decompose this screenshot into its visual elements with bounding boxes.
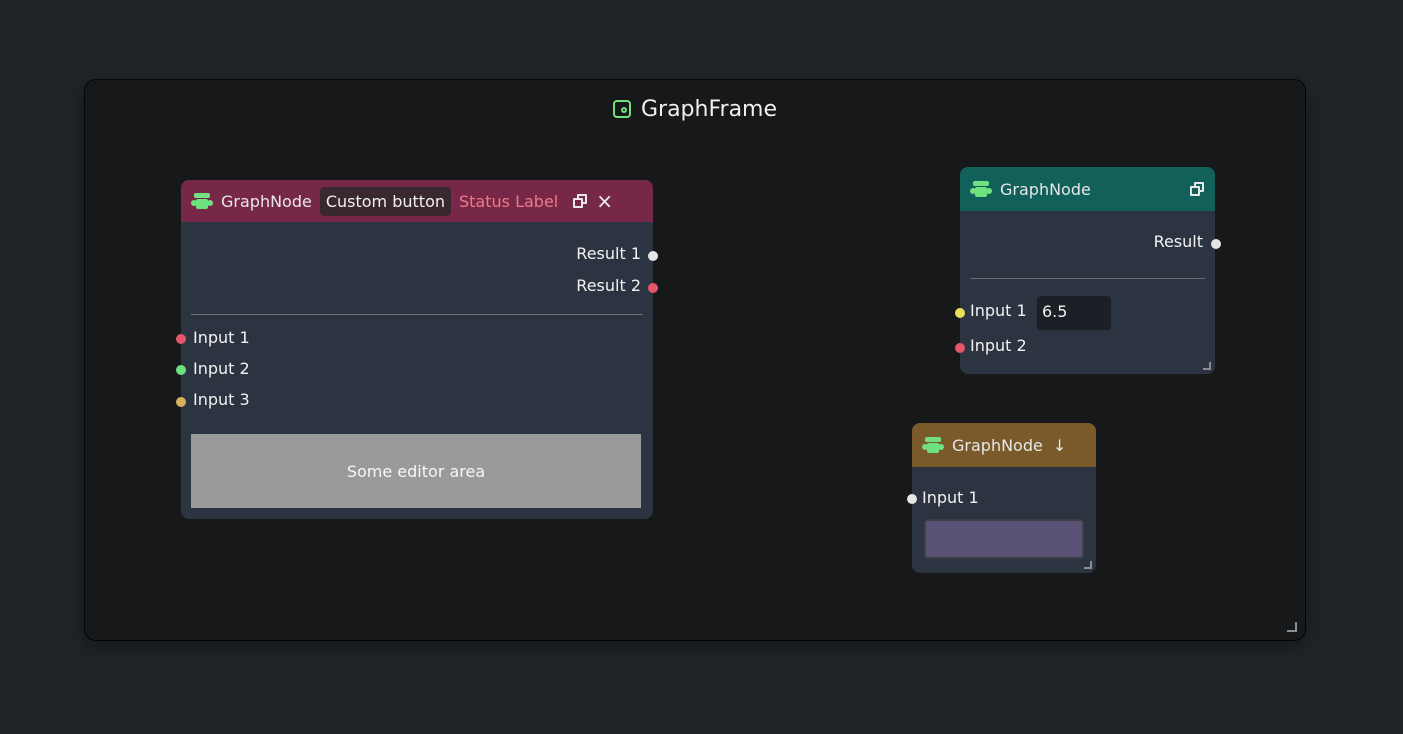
- editor-area[interactable]: Some editor area: [191, 434, 641, 508]
- input-port-input-1[interactable]: [955, 308, 965, 318]
- node-header[interactable]: GraphNode ↓: [912, 423, 1096, 467]
- input-port-label: Input 1: [193, 328, 250, 347]
- custom-button[interactable]: Custom button: [319, 186, 451, 216]
- output-port-result-2[interactable]: [648, 283, 658, 293]
- node-header[interactable]: GraphNode: [960, 167, 1215, 211]
- input-port-label: Input 2: [970, 336, 1027, 355]
- graph-node-icon: [191, 193, 213, 209]
- input-port-label: Input 1: [922, 488, 979, 507]
- arrow-down-icon[interactable]: ↓: [1053, 436, 1066, 455]
- copy-icon[interactable]: [1189, 181, 1205, 197]
- separator: [970, 278, 1205, 279]
- node-title: GraphNode: [1000, 179, 1091, 199]
- frame-resize-grip[interactable]: [1287, 622, 1297, 632]
- node-resize-grip[interactable]: [1084, 561, 1092, 569]
- output-port-label: Result: [1153, 232, 1203, 251]
- color-picker-button[interactable]: [924, 519, 1084, 559]
- graph-node-icon: [922, 437, 944, 453]
- close-icon[interactable]: ×: [596, 191, 613, 211]
- node-resize-grip[interactable]: [1203, 362, 1211, 370]
- separator: [191, 314, 643, 315]
- input-port-input-1[interactable]: [176, 334, 186, 344]
- input-port-input-1[interactable]: [907, 494, 917, 504]
- output-port-result[interactable]: [1211, 239, 1221, 249]
- node-title: GraphNode: [952, 435, 1043, 455]
- status-label: Status Label: [459, 191, 559, 211]
- input-port-input-2[interactable]: [176, 365, 186, 375]
- copy-icon[interactable]: [572, 193, 589, 209]
- input-port-label: Input 1: [970, 301, 1027, 320]
- graph-node-left[interactable]: GraphNode Custom button Status Label × R…: [176, 180, 658, 519]
- frame-title-bar[interactable]: GraphFrame: [85, 94, 1305, 124]
- editor-area-label: Some editor area: [346, 461, 486, 481]
- input-port-input-3[interactable]: [176, 397, 186, 407]
- output-port-label: Result 1: [576, 244, 641, 263]
- graph-node-icon: [970, 181, 992, 197]
- input-port-input-2[interactable]: [955, 343, 965, 353]
- node-title: GraphNode: [221, 191, 312, 211]
- frame-title: GraphFrame: [640, 96, 778, 122]
- input-port-label: Input 2: [193, 359, 250, 378]
- graph-frame-icon: [612, 100, 631, 118]
- output-port-label: Result 2: [576, 276, 641, 295]
- graph-node-bottom[interactable]: GraphNode ↓ Input 1: [907, 423, 1096, 573]
- graph-node-right[interactable]: GraphNode Result Input 1 6.5 Input 2: [955, 167, 1221, 374]
- input-port-label: Input 3: [193, 390, 250, 409]
- output-port-result-1[interactable]: [648, 251, 658, 261]
- node-header[interactable]: GraphNode Custom button Status Label ×: [181, 180, 653, 222]
- value-spinbox[interactable]: 6.5: [1037, 296, 1111, 330]
